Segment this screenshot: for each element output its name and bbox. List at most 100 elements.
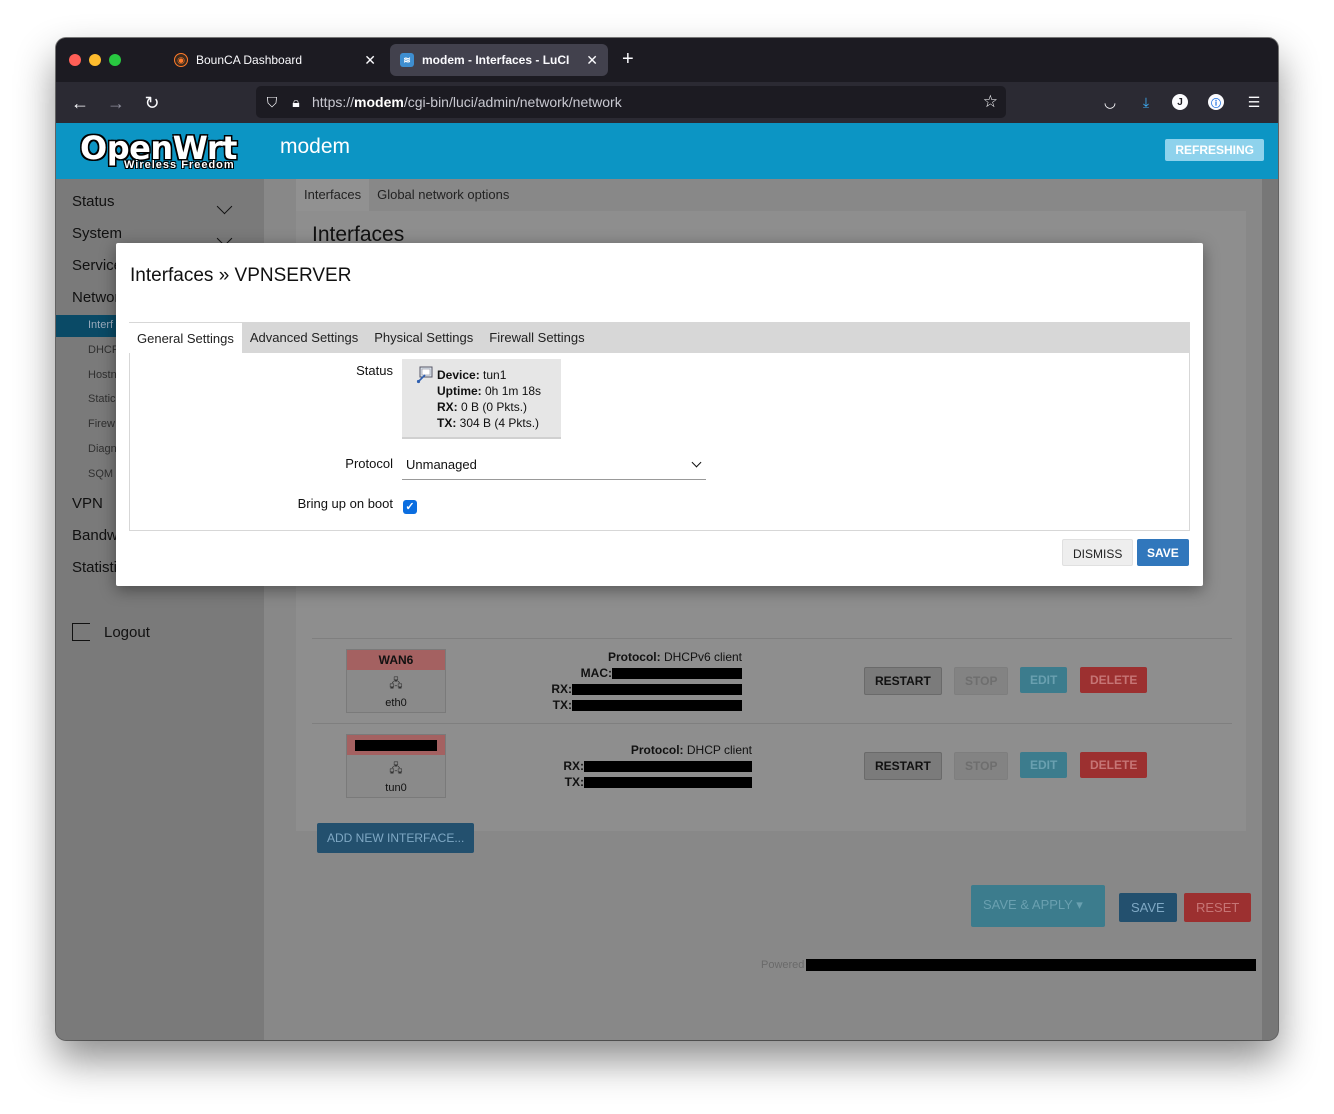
sidebar-item-bandwidth[interactable]: Bandw [72,527,118,544]
logout-link[interactable]: Logout [72,623,150,641]
sidebar-subitem-firewall[interactable]: Firew [88,418,115,430]
reset-button[interactable]: RESET [1184,893,1252,922]
stop-button[interactable]: STOP [954,667,1009,695]
footer-powered-by: Powered [761,959,1257,972]
forward-arrow-icon[interactable]: → [104,91,128,115]
sidebar-subitem-sqm[interactable]: SQM [88,468,113,480]
edit-button[interactable]: EDIT [1020,752,1068,778]
save-and-apply-button[interactable]: SAVE & APPLY ▾ [971,885,1105,927]
tab-advanced-settings[interactable]: Advanced Settings [242,322,366,353]
logout-icon [72,623,90,641]
chevron-down-icon [216,198,233,215]
interface-badge[interactable]: 🖧︎ tun0 [346,734,446,798]
tab-general-settings[interactable]: General Settings [129,322,242,353]
add-new-interface-button[interactable]: ADD NEW INTERFACE... [317,823,475,853]
protocol-label: Protocol [345,456,393,471]
redacted-value [572,700,742,712]
network-port-icon: 🖧︎ [389,676,403,690]
interface-name: WAN6 [347,650,445,670]
navigation-bar: ← → ↻ ⛉ 🔒︎ https://modem/cgi-bin/luci/ad… [56,82,1278,123]
sidebar-item-status[interactable]: Status [72,193,248,215]
refreshing-indicator[interactable]: REFRESHING [1165,139,1264,161]
back-arrow-icon[interactable]: ← [68,91,92,115]
interface-info: Protocol: DHCP client RX: TX: [563,743,752,789]
chevron-down-icon [691,457,702,468]
sidebar-subitem-dhcp[interactable]: DHCP [88,344,119,356]
delete-button[interactable]: DELETE [1080,667,1148,693]
main-tabs: Interfaces Global network options [296,179,517,211]
sidebar-item-label: System [72,225,123,242]
restart-button[interactable]: RESTART [864,752,942,780]
redacted-value [584,777,752,789]
tab-interfaces[interactable]: Interfaces [296,179,370,211]
lock-icon[interactable]: 🔒︎ [288,94,304,111]
sidebar-item-label: Status [72,193,115,210]
network-device-icon [416,366,433,384]
network-port-icon: 🖧︎ [389,761,403,775]
sidebar-subitem-diagnostics[interactable]: Diagn [88,443,117,455]
tab-physical-settings[interactable]: Physical Settings [366,322,481,353]
new-tab-icon[interactable]: + [622,49,634,69]
modal-tabs: General Settings Advanced Settings Physi… [129,322,1190,353]
modal-save-button[interactable]: SAVE [1137,539,1189,566]
hostname[interactable]: modem [280,135,350,159]
bring-up-on-boot-label: Bring up on boot [297,496,393,511]
menu-icon[interactable]: ☰ [1244,92,1264,112]
tab-title: modem - Interfaces - LuCI [422,53,570,67]
sidebar-item-services[interactable]: Service [72,257,122,274]
close-tab-icon[interactable]: ✕ [586,52,598,69]
tab-global-network-options[interactable]: Global network options [369,179,517,211]
scrollbar[interactable] [1262,179,1278,1040]
delete-button[interactable]: DELETE [1080,752,1148,778]
url-text: https://modem/cgi-bin/luci/admin/network… [312,94,622,110]
modal-title: Interfaces » VPNSERVER [130,265,352,286]
zoom-window-button[interactable] [109,54,121,66]
general-settings-panel: Status Device: tun1 Uptime: 0h 1m 18s RX… [129,353,1190,531]
tab-luci[interactable]: ≋ modem - Interfaces - LuCI ✕ [390,44,608,76]
edit-button[interactable]: EDIT [1020,667,1068,693]
tab-bounca[interactable]: ◉ BounCA Dashboard ✕ [164,44,386,76]
restart-button[interactable]: RESTART [864,667,942,695]
reload-icon[interactable]: ↻ [140,91,164,115]
save-button[interactable]: SAVE [1119,893,1177,922]
pocket-icon[interactable]: ◡ [1100,92,1120,112]
extension-j-icon[interactable]: J [1172,94,1188,110]
logout-label: Logout [104,623,150,641]
interface-edit-modal: Interfaces » VPNSERVER General Settings … [116,243,1203,586]
luci-favicon-icon: ≋ [400,53,414,67]
interface-device: tun0 [385,782,407,794]
tab-firewall-settings[interactable]: Firewall Settings [481,322,592,353]
status-box: Device: tun1 Uptime: 0h 1m 18s RX: 0 B (… [402,359,561,439]
dismiss-button[interactable]: DISMISS [1062,539,1134,566]
interface-row-tun0: 🖧︎ tun0 Protocol: DHCP client RX: TX: RE… [312,723,1232,808]
protocol-select[interactable]: Unmanaged [402,453,706,480]
tab-bar: ◉ BounCA Dashboard ✕ ≋ modem - Interface… [56,38,1278,82]
interface-name [347,735,445,755]
sidebar-item-system[interactable]: System [72,225,248,247]
interface-badge[interactable]: WAN6 🖧︎ eth0 [346,649,446,713]
sidebar-subitem-hostnames[interactable]: Hostn [88,369,117,381]
close-tab-icon[interactable]: ✕ [364,52,376,69]
sidebar-item-network[interactable]: Networ [72,289,120,306]
sidebar-subitem-static-routes[interactable]: Static [88,393,116,405]
redacted-value [572,684,742,696]
stop-button[interactable]: STOP [954,752,1009,780]
download-icon[interactable]: ⤓ [1136,92,1156,112]
bookmark-star-icon[interactable]: ☆ [983,92,998,112]
interface-row-wan6: WAN6 🖧︎ eth0 Protocol: DHCPv6 client MAC… [312,638,1232,723]
browser-window: ◉ BounCA Dashboard ✕ ≋ modem - Interface… [56,38,1278,1040]
close-window-button[interactable] [69,54,81,66]
minimize-window-button[interactable] [89,54,101,66]
address-bar[interactable]: ⛉ 🔒︎ https://modem/cgi-bin/luci/admin/ne… [256,86,1006,118]
protocol-value: Unmanaged [406,457,477,472]
redacted-value [806,959,1257,972]
password-manager-icon[interactable]: ⓘ [1208,94,1224,110]
shield-icon[interactable]: ⛉ [264,94,280,111]
redacted-value [355,740,437,752]
caret-down-icon: ▾ [1076,897,1083,912]
bring-up-on-boot-checkbox[interactable]: ✓ [403,500,417,514]
sidebar-subitem-label: Interf [88,319,114,331]
sidebar-item-statistics[interactable]: Statisti [72,559,117,576]
sidebar-item-vpn[interactable]: VPN [72,495,103,512]
bounca-favicon-icon: ◉ [174,53,188,67]
